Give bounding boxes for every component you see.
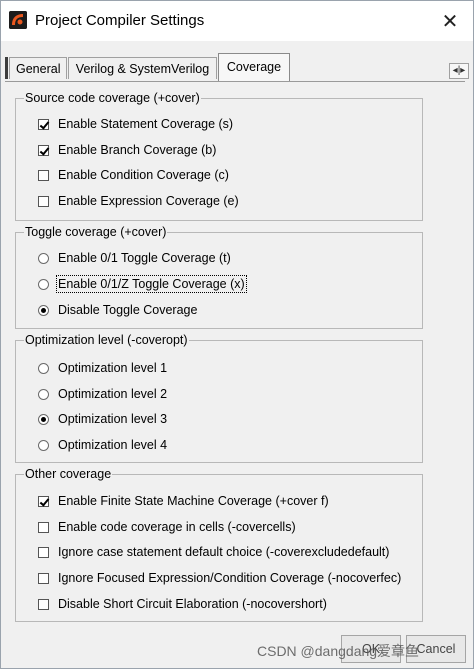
optimization-level-group: Optimization level (-coveropt) Optimizat… (15, 332, 423, 463)
option-label: Ignore Focused Expression/Condition Cove… (58, 571, 402, 585)
app-logo-icon (9, 11, 27, 29)
tab-strip-edge (5, 57, 8, 79)
option-exclude-default[interactable]: Ignore case statement default choice (-c… (38, 543, 389, 561)
cover-cells-checkbox[interactable] (38, 521, 49, 533)
opt-level-4-radio[interactable] (38, 439, 49, 451)
branch-coverage-checkbox[interactable] (38, 144, 49, 156)
option-label: Optimization level 4 (58, 438, 168, 452)
toggle-disable-radio[interactable] (38, 304, 49, 316)
option-toggle-01[interactable]: Enable 0/1 Toggle Coverage (t) (38, 249, 231, 267)
option-opt-level-4[interactable]: Optimization level 4 (38, 436, 167, 454)
tab-verilog-systemverilog[interactable]: Verilog & SystemVerilog (68, 57, 217, 79)
tab-general[interactable]: General (9, 57, 67, 79)
nocovershort-checkbox[interactable] (38, 598, 49, 610)
opt-level-3-radio[interactable] (38, 413, 49, 425)
other-coverage-group: Other coverage Enable Finite State Machi… (15, 466, 423, 622)
option-nocovershort[interactable]: Disable Short Circuit Elaboration (-noco… (38, 595, 327, 613)
settings-dialog: Project Compiler Settings ✕ General Veri… (0, 0, 474, 669)
optimization-level-title: Optimization level (-coveropt) (24, 332, 189, 348)
option-expression-coverage[interactable]: Enable Expression Coverage (e) (38, 192, 239, 210)
option-opt-level-3[interactable]: Optimization level 3 (38, 410, 167, 428)
tab-scroll-arrows-icon[interactable]: ◂|▸ (449, 63, 469, 79)
option-fsm-coverage[interactable]: Enable Finite State Machine Coverage (+c… (38, 492, 329, 510)
option-toggle-01z[interactable]: Enable 0/1/Z Toggle Coverage (x) (38, 275, 247, 293)
expression-coverage-checkbox[interactable] (38, 195, 49, 207)
toggle-coverage-group: Toggle coverage (+cover) Enable 0/1 Togg… (15, 224, 423, 329)
option-label: Enable Expression Coverage (e) (58, 194, 239, 208)
option-nocoverfec[interactable]: Ignore Focused Expression/Condition Cove… (38, 569, 401, 587)
close-icon[interactable]: ✕ (427, 1, 473, 41)
option-label: Disable Short Circuit Elaboration (-noco… (58, 597, 327, 611)
option-label: Disable Toggle Coverage (58, 303, 198, 317)
toggle-01-radio[interactable] (38, 252, 49, 264)
option-label: Enable 0/1/Z Toggle Coverage (x) (56, 275, 247, 293)
tab-coverage[interactable]: Coverage (218, 53, 290, 81)
toggle-01z-radio[interactable] (38, 278, 49, 290)
option-label: Enable Condition Coverage (c) (58, 168, 229, 182)
option-condition-coverage[interactable]: Enable Condition Coverage (c) (38, 166, 229, 184)
source-coverage-group: Source code coverage (+cover) Enable Sta… (15, 90, 423, 221)
opt-level-1-radio[interactable] (38, 362, 49, 374)
title-bar[interactable]: Project Compiler Settings ✕ (1, 1, 473, 41)
option-label: Enable code coverage in cells (-covercel… (58, 520, 296, 534)
toggle-coverage-title: Toggle coverage (+cover) (24, 224, 168, 240)
condition-coverage-checkbox[interactable] (38, 169, 49, 181)
option-label: Optimization level 1 (58, 361, 168, 375)
option-opt-level-2[interactable]: Optimization level 2 (38, 385, 167, 403)
option-label: Enable 0/1 Toggle Coverage (t) (58, 251, 231, 265)
other-coverage-title: Other coverage (24, 466, 113, 482)
exclude-default-checkbox[interactable] (38, 546, 49, 558)
option-branch-coverage[interactable]: Enable Branch Coverage (b) (38, 141, 216, 159)
option-label: Optimization level 2 (58, 387, 168, 401)
option-statement-coverage[interactable]: Enable Statement Coverage (s) (38, 115, 233, 133)
option-opt-level-1[interactable]: Optimization level 1 (38, 359, 167, 377)
coverage-panel: Source code coverage (+cover) Enable Sta… (5, 81, 465, 627)
option-label: Optimization level 3 (58, 412, 168, 426)
window-title: Project Compiler Settings (35, 12, 205, 29)
source-coverage-title: Source code coverage (+cover) (24, 90, 201, 106)
nocoverfec-checkbox[interactable] (38, 572, 49, 584)
option-label: Enable Finite State Machine Coverage (+c… (58, 494, 329, 508)
option-cover-cells[interactable]: Enable code coverage in cells (-covercel… (38, 518, 296, 536)
option-label: Ignore case statement default choice (-c… (58, 545, 390, 559)
watermark-text: CSDN @dangdang爱章鱼 (257, 643, 420, 659)
option-label: Enable Branch Coverage (b) (58, 143, 217, 157)
opt-level-2-radio[interactable] (38, 388, 49, 400)
statement-coverage-checkbox[interactable] (38, 118, 49, 130)
option-label: Enable Statement Coverage (s) (58, 117, 234, 131)
option-toggle-disable[interactable]: Disable Toggle Coverage (38, 301, 197, 319)
tab-strip: General Verilog & SystemVerilog Coverage (1, 51, 473, 81)
fsm-coverage-checkbox[interactable] (38, 495, 49, 507)
